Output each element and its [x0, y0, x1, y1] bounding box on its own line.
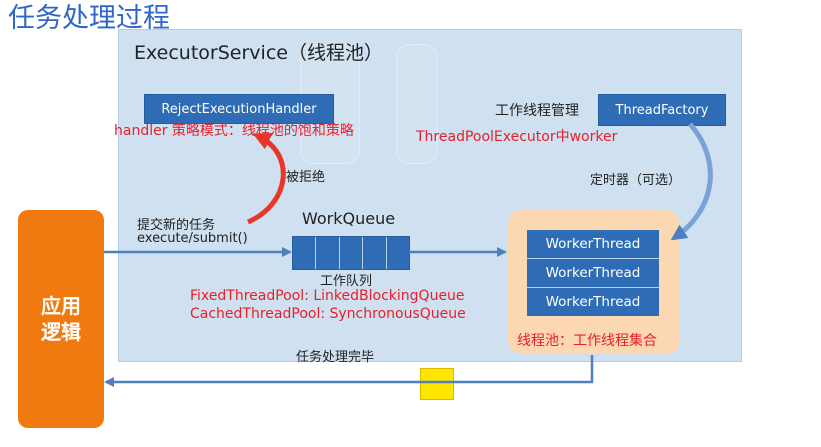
arrows-layer	[104, 122, 713, 387]
rejected-arrow	[246, 133, 286, 225]
completion-return-arrow	[104, 355, 594, 387]
thread-factory-arrow	[670, 122, 713, 241]
